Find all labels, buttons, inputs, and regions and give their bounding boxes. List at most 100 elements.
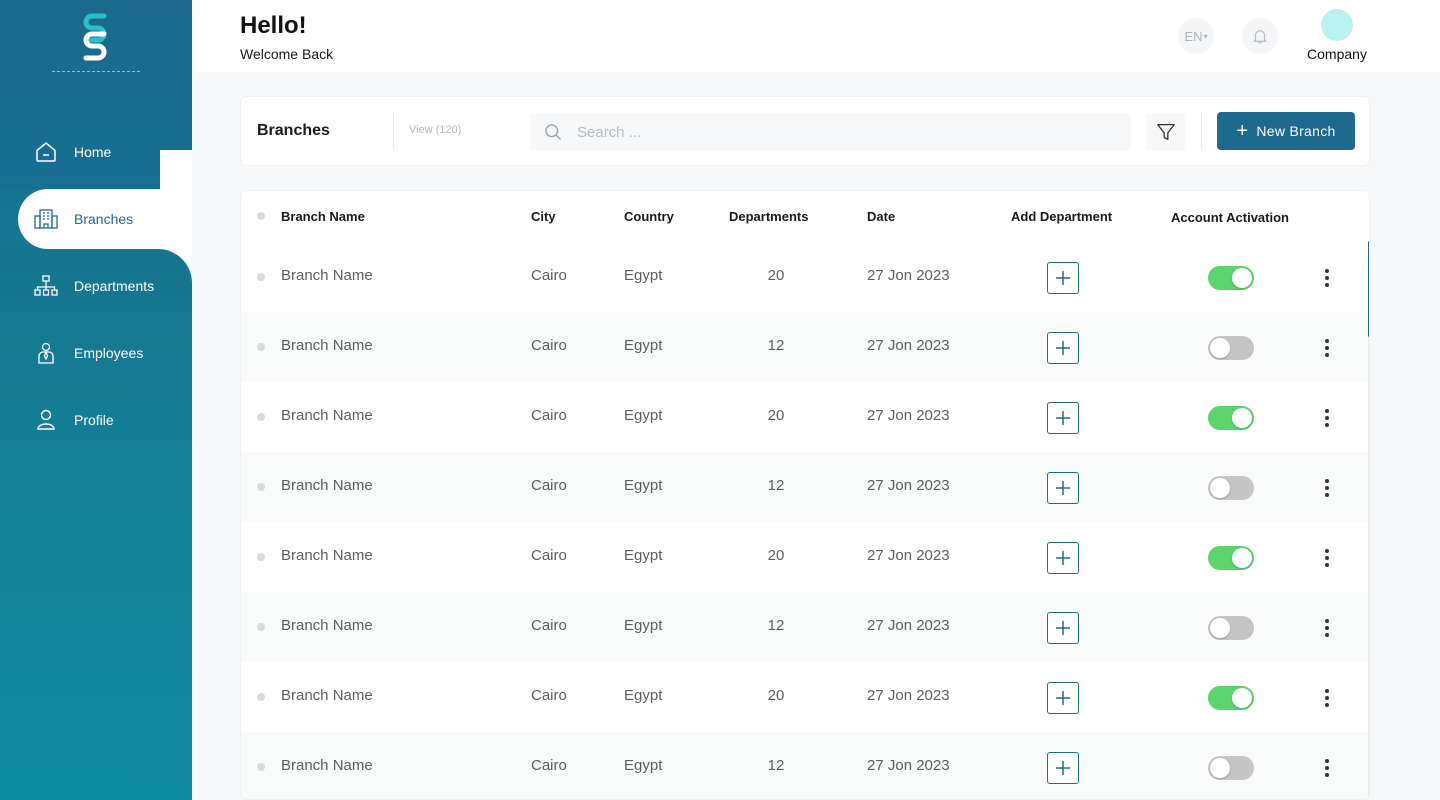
avatar[interactable] [1321, 9, 1353, 41]
company-name[interactable]: Company [1298, 46, 1376, 62]
column-header-country[interactable]: Country [624, 209, 674, 224]
cell-date: 27 Jon 2023 [867, 267, 950, 284]
cell-city: Cairo [531, 617, 567, 634]
filter-button[interactable] [1147, 113, 1185, 151]
page-title: Branches [257, 122, 330, 139]
sidebar-item-branches[interactable]: Branches [18, 189, 192, 249]
new-branch-button[interactable]: + New Branch [1217, 112, 1355, 150]
language-label: EN [1184, 28, 1203, 44]
search-box[interactable] [531, 113, 1131, 151]
add-department-button[interactable] [1047, 542, 1079, 574]
search-input[interactable] [577, 123, 1097, 141]
account-activation-toggle[interactable] [1208, 616, 1254, 640]
cell-country: Egypt [624, 477, 663, 494]
column-header-account-activation[interactable]: Account Activation [1171, 210, 1289, 225]
sidebar-item-profile[interactable]: Profile [18, 390, 192, 450]
table-row[interactable]: Branch Name Cairo Egypt 20 27 Jon 2023 [241, 242, 1369, 312]
cell-departments: 20 [767, 407, 785, 424]
plus-icon [1056, 691, 1070, 705]
table-row[interactable]: Branch Name Cairo Egypt 20 27 Jon 2023 [241, 662, 1369, 732]
table-row[interactable]: Branch Name Cairo Egypt 20 27 Jon 2023 [241, 522, 1369, 592]
cell-departments: 20 [767, 267, 785, 284]
notifications-button[interactable] [1242, 18, 1278, 54]
cell-country: Egypt [624, 407, 663, 424]
sidebar-item-departments[interactable]: Departments [18, 256, 192, 316]
cell-branch-name: Branch Name [281, 477, 373, 494]
more-options-icon[interactable] [1319, 756, 1335, 780]
sidebar-item-label: Departments [74, 278, 155, 294]
plus-icon: + [1236, 120, 1249, 142]
add-department-button[interactable] [1047, 332, 1079, 364]
cell-date: 27 Jon 2023 [867, 477, 950, 494]
add-department-button[interactable] [1047, 682, 1079, 714]
branches-toolbar: Branches View (120) + New Branch [240, 96, 1370, 166]
scrollbar-thumb[interactable] [1368, 241, 1369, 337]
cell-date: 27 Jon 2023 [867, 617, 950, 634]
cell-date: 27 Jon 2023 [867, 757, 950, 774]
cell-departments: 20 [767, 547, 785, 564]
table-row[interactable]: Branch Name Cairo Egypt 20 27 Jon 2023 [241, 382, 1369, 452]
cell-country: Egypt [624, 687, 663, 704]
user-icon [34, 408, 58, 432]
cell-city: Cairo [531, 687, 567, 704]
more-options-icon[interactable] [1319, 546, 1335, 570]
add-department-button[interactable] [1047, 752, 1079, 784]
account-activation-toggle[interactable] [1208, 336, 1254, 360]
plus-icon [1056, 271, 1070, 285]
cell-date: 27 Jon 2023 [867, 687, 950, 704]
sidebar-item-employees[interactable]: Employees [18, 323, 192, 383]
more-options-icon[interactable] [1319, 406, 1335, 430]
more-options-icon[interactable] [1319, 476, 1335, 500]
sidebar-item-home[interactable]: Home [18, 122, 192, 182]
table-row[interactable]: Branch Name Cairo Egypt 12 27 Jon 2023 [241, 312, 1369, 382]
cell-departments: 12 [767, 617, 785, 634]
cell-city: Cairo [531, 477, 567, 494]
row-dot [257, 413, 265, 421]
toolbar-divider [1201, 113, 1202, 149]
cell-date: 27 Jon 2023 [867, 407, 950, 424]
sidebar: Home Branches Departments Employees Prof… [0, 0, 192, 800]
more-options-icon[interactable] [1319, 336, 1335, 360]
toggle-knob [1232, 408, 1252, 428]
cell-branch-name: Branch Name [281, 547, 373, 564]
add-department-button[interactable] [1047, 262, 1079, 294]
add-department-button[interactable] [1047, 472, 1079, 504]
employee-icon [34, 341, 58, 365]
account-activation-toggle[interactable] [1208, 266, 1254, 290]
toggle-knob [1210, 618, 1230, 638]
column-header-departments[interactable]: Departments [729, 209, 808, 224]
row-dot [257, 763, 265, 771]
more-options-icon[interactable] [1319, 686, 1335, 710]
cell-departments: 12 [767, 757, 785, 774]
more-options-icon[interactable] [1319, 266, 1335, 290]
cell-branch-name: Branch Name [281, 687, 373, 704]
cell-branch-name: Branch Name [281, 337, 373, 354]
language-selector[interactable]: EN ▾ [1178, 18, 1214, 54]
toggle-knob [1232, 688, 1252, 708]
greeting-subtitle: Welcome Back [240, 46, 334, 62]
account-activation-toggle[interactable] [1208, 476, 1254, 500]
table-row[interactable]: Branch Name Cairo Egypt 12 27 Jon 2023 [241, 452, 1369, 522]
cell-city: Cairo [531, 407, 567, 424]
account-activation-toggle[interactable] [1208, 546, 1254, 570]
column-header-date[interactable]: Date [867, 209, 895, 224]
toggle-knob [1210, 758, 1230, 778]
add-department-button[interactable] [1047, 612, 1079, 644]
column-header-branch-name[interactable]: Branch Name [281, 209, 365, 224]
plus-icon [1056, 551, 1070, 565]
account-activation-toggle[interactable] [1208, 406, 1254, 430]
cell-branch-name: Branch Name [281, 267, 373, 284]
cell-branch-name: Branch Name [281, 757, 373, 774]
row-dot [257, 693, 265, 701]
account-activation-toggle[interactable] [1208, 756, 1254, 780]
column-header-add-department[interactable]: Add Department [1011, 209, 1112, 224]
cell-branch-name: Branch Name [281, 617, 373, 634]
column-header-city[interactable]: City [531, 209, 556, 224]
table-row[interactable]: Branch Name Cairo Egypt 12 27 Jon 2023 [241, 592, 1369, 662]
table-row[interactable]: Branch Name Cairo Egypt 12 27 Jon 2023 [241, 732, 1369, 799]
cell-city: Cairo [531, 757, 567, 774]
cell-branch-name: Branch Name [281, 407, 373, 424]
more-options-icon[interactable] [1319, 616, 1335, 640]
account-activation-toggle[interactable] [1208, 686, 1254, 710]
add-department-button[interactable] [1047, 402, 1079, 434]
